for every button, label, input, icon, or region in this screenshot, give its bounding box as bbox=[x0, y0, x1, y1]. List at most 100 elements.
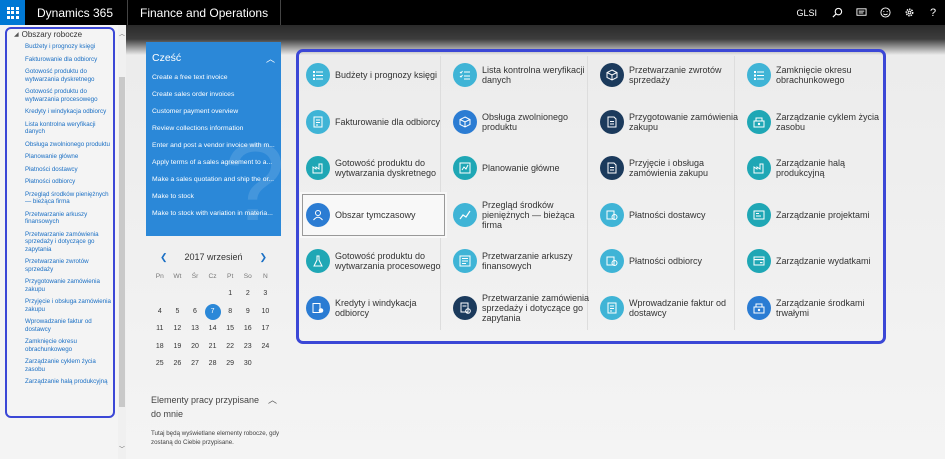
workspace-tile[interactable]: Obszar tymczasowy bbox=[300, 191, 447, 238]
sidebar-item[interactable]: Przegląd środków pieniężnych — bieżąca f… bbox=[25, 191, 112, 206]
sidebar-item[interactable]: Zamknięcie okresu obrachunkowego bbox=[25, 338, 112, 353]
chevron-up-icon[interactable]: ︿ bbox=[266, 52, 281, 72]
workspace-tile[interactable]: Fakturowanie dla odbiorcy bbox=[300, 99, 447, 146]
sidebar-item[interactable]: Płatności dostawcy bbox=[25, 166, 112, 174]
scroll-down-icon[interactable]: ﹀ bbox=[118, 444, 126, 453]
sidebar-item[interactable]: Gotowość produktu do wytwarzania proceso… bbox=[25, 88, 112, 103]
calendar-day[interactable]: 13 bbox=[186, 320, 204, 338]
workspace-tiles: Budżety i prognozy księgi Lista kontrolna… bbox=[300, 52, 882, 331]
calendar-day[interactable]: 16 bbox=[239, 320, 257, 338]
sidebar-item[interactable]: Zarządzanie halą produkcyjną bbox=[25, 378, 112, 386]
calendar-day[interactable]: 25 bbox=[151, 355, 169, 373]
sidebar-scrollbar[interactable]: ︿ ﹀ bbox=[118, 25, 126, 459]
tile-label: Wprowadzanie faktur od dostawcy bbox=[629, 297, 727, 318]
calendar-day[interactable]: 14 bbox=[204, 320, 222, 338]
calendar-day[interactable]: 19 bbox=[169, 338, 187, 356]
calendar-day[interactable]: 2 bbox=[239, 285, 257, 303]
calendar-day[interactable]: 10 bbox=[257, 303, 275, 321]
workspaces-header[interactable]: ◢ Obszary robocze bbox=[0, 25, 126, 39]
sidebar-item[interactable]: Przetwarzanie arkuszy finansowych bbox=[25, 211, 112, 226]
calendar-day[interactable]: 26 bbox=[169, 355, 187, 373]
workspace-tile[interactable]: Gotowość produktu do wytwarzania proceso… bbox=[300, 238, 447, 285]
workspace-tile[interactable]: Planowanie główne bbox=[447, 145, 594, 192]
workspace-tile[interactable]: Wprowadzanie faktur od dostawcy bbox=[594, 285, 741, 332]
workspace-tile[interactable]: Przetwarzanie zamówienia sprzedaży i dot… bbox=[447, 285, 594, 332]
sidebar-item[interactable]: Lista kontrolna weryfikacji danych bbox=[25, 121, 112, 136]
calendar-day[interactable]: 24 bbox=[257, 338, 275, 356]
sidebar-item[interactable]: Fakturowanie dla odbiorcy bbox=[25, 56, 112, 64]
workspace-tile[interactable]: Przegląd środków pieniężnych — bieżąca f… bbox=[447, 192, 594, 239]
calendar-day[interactable]: 28 bbox=[204, 355, 222, 373]
calendar-day[interactable]: 15 bbox=[221, 320, 239, 338]
calendar-day[interactable]: 3 bbox=[257, 285, 275, 303]
workspace-tile[interactable]: Zarządzanie halą produkcyjną bbox=[741, 145, 888, 192]
workspace-tile[interactable]: Przetwarzanie zwrotów sprzedaży bbox=[594, 52, 741, 99]
sidebar-item[interactable]: Wprowadzanie faktur od dostawcy bbox=[25, 318, 112, 333]
frequent-item[interactable]: Create a free text invoice bbox=[152, 72, 281, 89]
sidebar-item[interactable]: Kredyty i windykacja odbiorcy bbox=[25, 108, 112, 116]
calendar-day[interactable]: 22 bbox=[221, 338, 239, 356]
weekday-label: N bbox=[262, 273, 268, 280]
sidebar-item[interactable]: Przetwarzanie zamówienia sprzedaży i dot… bbox=[25, 231, 112, 254]
frequent-item[interactable]: Create sales order invoices bbox=[152, 89, 281, 106]
workspace-tile[interactable]: Lista kontrolna weryfikacji danych bbox=[447, 52, 594, 99]
calendar-day[interactable]: 1 bbox=[221, 285, 239, 303]
scroll-thumb[interactable] bbox=[119, 77, 125, 407]
workspace-tile[interactable]: Przetwarzanie arkuszy finansowych bbox=[447, 238, 594, 285]
factory-icon bbox=[747, 156, 771, 181]
message-icon[interactable] bbox=[849, 0, 873, 25]
calendar-day[interactable]: 7 bbox=[204, 303, 221, 320]
workspace-tile[interactable]: Przyjęcie i obsługa zamówienia zakupu bbox=[594, 145, 741, 192]
workspace-tile[interactable]: Budżety i prognozy księgi bbox=[300, 52, 447, 99]
scroll-up-icon[interactable]: ︿ bbox=[118, 29, 126, 38]
sidebar-item[interactable]: Gotowość produktu do wytwarzania dyskret… bbox=[25, 68, 112, 83]
checklist-icon bbox=[453, 63, 477, 88]
workspace-tile[interactable]: Obsługa zwolnionego produktu bbox=[447, 99, 594, 146]
calendar-day[interactable]: 29 bbox=[221, 355, 239, 373]
workspace-tile[interactable]: Zarządzanie wydatkami bbox=[741, 238, 888, 285]
calendar-day[interactable]: 5 bbox=[169, 303, 187, 321]
calendar-day[interactable]: 27 bbox=[186, 355, 204, 373]
calendar-day[interactable]: 23 bbox=[239, 338, 257, 356]
sidebar-item[interactable]: Przygotowanie zamówienia zakupu bbox=[25, 278, 112, 293]
workspace-tile[interactable]: Przygotowanie zamówienia zakupu bbox=[594, 99, 741, 146]
calendar-day[interactable]: 6 bbox=[186, 303, 204, 321]
sidebar-item[interactable]: Zarządzanie cyklem życia zasobu bbox=[25, 358, 112, 373]
workspace-tile[interactable]: Zamknięcie okresu obrachunkowego bbox=[741, 52, 888, 99]
workspace-tile[interactable]: Kredyty i windykacja odbiorcy bbox=[300, 285, 447, 332]
calendar-day[interactable]: 18 bbox=[151, 338, 169, 356]
calendar-day[interactable]: 8 bbox=[221, 303, 239, 321]
calendar-day[interactable]: 17 bbox=[257, 320, 275, 338]
workspace-tile[interactable]: Płatności dostawcy bbox=[594, 192, 741, 239]
calendar-day[interactable]: 20 bbox=[186, 338, 204, 356]
sidebar-item[interactable]: Przyjęcie i obsługa zamówienia zakupu bbox=[25, 298, 112, 313]
calendar-day[interactable]: 11 bbox=[151, 320, 169, 338]
app-launcher-button[interactable] bbox=[0, 0, 25, 25]
calendar-day[interactable]: 4 bbox=[151, 303, 169, 321]
workspace-tile[interactable]: Zarządzanie projektami bbox=[741, 192, 888, 239]
workspace-tile[interactable]: Zarządzanie cyklem życia zasobu bbox=[741, 99, 888, 146]
module-name[interactable]: Finance and Operations bbox=[128, 0, 282, 25]
sidebar-item[interactable]: Płatności odbiorcy bbox=[25, 178, 112, 186]
help-icon[interactable]: ? bbox=[921, 0, 945, 25]
app-name[interactable]: Dynamics 365 bbox=[25, 0, 128, 25]
sidebar-item[interactable]: Planowanie główne bbox=[25, 153, 112, 161]
company-picker[interactable]: GLSI bbox=[788, 8, 825, 18]
chevron-up-icon[interactable]: ︿ bbox=[268, 393, 277, 421]
prev-month-icon[interactable]: ❮ bbox=[160, 252, 168, 263]
calendar-day[interactable]: 9 bbox=[239, 303, 257, 321]
calendar-day[interactable]: 12 bbox=[169, 320, 187, 338]
workspace-tile[interactable]: Zarządzanie środkami trwałymi bbox=[741, 285, 888, 332]
sidebar-item[interactable]: Obsługa zwolnionego produktu bbox=[25, 141, 112, 149]
feedback-smiley-icon[interactable] bbox=[873, 0, 897, 25]
search-icon[interactable] bbox=[825, 0, 849, 25]
calendar-day[interactable]: 30 bbox=[239, 355, 257, 373]
sidebar-item[interactable]: Przetwarzanie zwrotów sprzedaży bbox=[25, 258, 112, 273]
sidebar-item[interactable]: Budżety i prognozy księgi bbox=[25, 43, 112, 51]
workspace-tile[interactable]: Płatności odbiorcy bbox=[594, 238, 741, 285]
workspace-tile[interactable]: Gotowość produktu do wytwarzania dyskret… bbox=[300, 145, 447, 192]
gear-icon[interactable] bbox=[897, 0, 921, 25]
calendar-day[interactable]: 21 bbox=[204, 338, 222, 356]
next-month-icon[interactable]: ❯ bbox=[259, 252, 267, 263]
payment-icon bbox=[600, 249, 624, 274]
